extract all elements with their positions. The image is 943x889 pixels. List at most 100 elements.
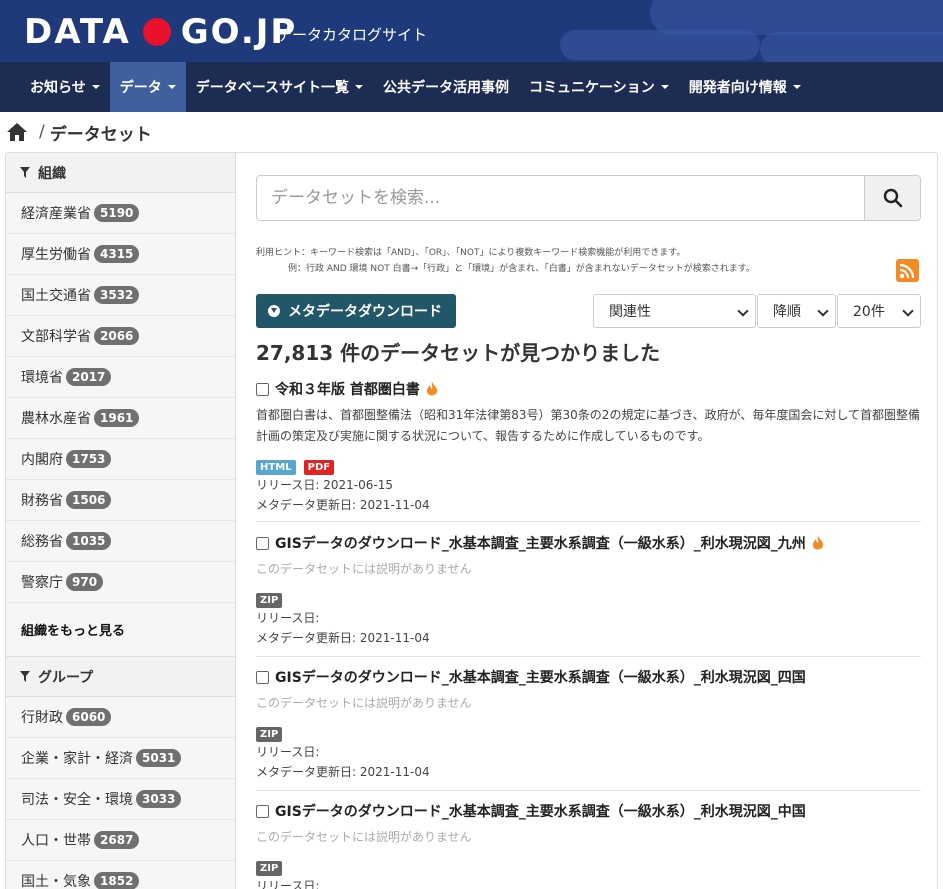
- site-subtitle: データカタログサイト: [277, 26, 428, 44]
- metadata-updated-date: メタデータ更新日: 2021-11-04: [256, 498, 430, 512]
- release-date: リリース日:: [256, 879, 320, 889]
- format-badge-zip[interactable]: ZIP: [256, 593, 283, 608]
- nav-item-use-cases[interactable]: 公共データ活用事例: [373, 62, 519, 112]
- chevron-down-icon: [817, 305, 829, 317]
- facet-item-group[interactable]: 企業・家計・経済 5031: [6, 738, 235, 779]
- dataset-title-link[interactable]: GISデータのダウンロード_水基本調査_主要水系調査（一級水系）_利水現況図_四…: [275, 667, 806, 687]
- facet-label: 国土交通省: [21, 288, 91, 304]
- caret-down-icon: [792, 85, 801, 89]
- download-icon: [268, 305, 280, 317]
- per-page-select[interactable]: 20件: [837, 294, 921, 328]
- caret-down-icon: [91, 85, 100, 89]
- main-navbar: お知らせ データ データベースサイト一覧 公共データ活用事例 コミュニケーション…: [0, 62, 943, 112]
- dataset-checkbox[interactable]: [256, 536, 269, 550]
- search-bar: [256, 175, 921, 221]
- dataset-item: 令和３年版 首都圏白書 首都圏白書は、首都圏整備法（昭和31年法律第83号）第3…: [256, 379, 921, 515]
- count-badge: 1753: [66, 450, 112, 468]
- count-badge: 1852: [94, 872, 140, 889]
- search-hint: 利用ヒント：キーワード検索は「AND」、「OR」、「NOT」により複数キーワード…: [256, 245, 755, 277]
- count-badge: 2017: [66, 368, 112, 386]
- chevron-down-icon: [737, 305, 749, 317]
- site-logo[interactable]: DATA GO.JP: [24, 12, 297, 52]
- count-badge: 6060: [66, 708, 112, 726]
- release-date: リリース日:: [256, 611, 320, 625]
- flame-icon: [812, 535, 823, 549]
- facet-label: 環境省: [21, 370, 63, 386]
- home-icon[interactable]: [6, 122, 28, 142]
- sort-select[interactable]: 関連性: [593, 294, 756, 328]
- nav-item-news[interactable]: お知らせ: [20, 62, 110, 112]
- chevron-down-icon: [902, 305, 914, 317]
- dataset-item: GISデータのダウンロード_水基本調査_主要水系調査（一級水系）_利水現況図_中…: [256, 801, 921, 889]
- facet-label: 人口・世帯: [21, 833, 91, 849]
- format-badge-zip[interactable]: ZIP: [256, 861, 283, 876]
- dataset-title-link[interactable]: GISデータのダウンロード_水基本調査_主要水系調査（一級水系）_利水現況図_中…: [275, 801, 806, 821]
- facet-item-org[interactable]: 農林水産省 1961: [6, 398, 235, 439]
- dataset-description: このデータセットには説明がありません: [256, 562, 472, 576]
- sidebar: 組織 経済産業省 5190 厚生労働省 4315 国土交通省 3532 文部科学省 20…: [6, 153, 236, 889]
- facet-item-org[interactable]: 内閣府 1753: [6, 439, 235, 480]
- facet-item-org[interactable]: 財務省 1506: [6, 480, 235, 521]
- dataset-title-link[interactable]: 令和３年版 首都圏白書: [275, 379, 420, 399]
- nav-label: データベースサイト一覧: [195, 80, 350, 96]
- facet-item-org[interactable]: 国土交通省 3532: [6, 275, 235, 316]
- divider: [256, 656, 921, 657]
- rss-feed-icon[interactable]: [896, 259, 919, 282]
- format-badge-html[interactable]: HTML: [256, 460, 296, 475]
- facet-item-org[interactable]: 環境省 2017: [6, 357, 235, 398]
- order-select[interactable]: 降順: [757, 294, 836, 328]
- facet-item-group[interactable]: 人口・世帯 2687: [6, 820, 235, 861]
- dataset-checkbox[interactable]: [256, 804, 269, 818]
- count-badge: 5031: [136, 749, 182, 767]
- facet-item-org[interactable]: 総務省 1035: [6, 521, 235, 562]
- dataset-checkbox[interactable]: [256, 382, 269, 396]
- count-badge: 2066: [94, 327, 140, 345]
- logo-text-left: DATA: [24, 12, 131, 52]
- count-badge: 3532: [94, 286, 140, 304]
- metadata-download-label: メタデータダウンロード: [288, 304, 442, 320]
- show-more-organizations-link[interactable]: 組織をもっと見る: [6, 603, 235, 657]
- dataset-checkbox[interactable]: [256, 670, 269, 684]
- metadata-download-button[interactable]: メタデータダウンロード: [256, 294, 456, 328]
- facet-item-org[interactable]: 経済産業省 5190: [6, 193, 235, 234]
- dataset-title-link[interactable]: GISデータのダウンロード_水基本調査_主要水系調査（一級水系）_利水現況図_九…: [275, 533, 806, 553]
- facet-item-group[interactable]: 国土・気象 1852: [6, 861, 235, 889]
- facet-item-org[interactable]: 厚生労働省 4315: [6, 234, 235, 275]
- facet-item-group[interactable]: 司法・安全・環境 3033: [6, 779, 235, 820]
- count-badge: 5190: [94, 204, 140, 222]
- facet-label: 文部科学省: [21, 329, 91, 345]
- facet-heading-organizations: 組織: [6, 153, 235, 193]
- breadcrumb-current[interactable]: データセット: [50, 120, 152, 145]
- format-badge-pdf[interactable]: PDF: [303, 460, 335, 475]
- caret-down-icon: [355, 85, 364, 89]
- facet-label: 厚生労働省: [21, 247, 91, 263]
- nav-label: コミュニケーション: [529, 80, 655, 96]
- dataset-item: GISデータのダウンロード_水基本調査_主要水系調査（一級水系）_利水現況図_四…: [256, 667, 921, 782]
- count-badge: 1961: [94, 409, 140, 427]
- facet-heading-label: 組織: [38, 165, 66, 182]
- nav-item-communication[interactable]: コミュニケーション: [519, 62, 679, 112]
- search-button[interactable]: [864, 176, 920, 220]
- search-input[interactable]: [257, 176, 864, 220]
- dataset-item: GISデータのダウンロード_水基本調査_主要水系調査（一級水系）_利水現況図_九…: [256, 533, 921, 648]
- per-page-select-value: 20件: [853, 304, 885, 320]
- facet-label: 司法・安全・環境: [21, 792, 133, 808]
- facet-label: 総務省: [21, 534, 63, 550]
- facet-item-org[interactable]: 文部科学省 2066: [6, 316, 235, 357]
- facet-heading-groups: グループ: [6, 657, 235, 697]
- nav-item-developers[interactable]: 開発者向け情報: [679, 62, 811, 112]
- metadata-updated-date: メタデータ更新日: 2021-11-04: [256, 765, 430, 779]
- caret-down-icon: [660, 85, 669, 89]
- result-count: 27,813 件のデータセットが見つかりました: [256, 341, 661, 365]
- count-badge: 970: [66, 573, 104, 591]
- caret-down-icon: [167, 85, 176, 89]
- facet-item-group[interactable]: 行財政 6060: [6, 697, 235, 738]
- count-badge: 2687: [94, 831, 140, 849]
- nav-item-data[interactable]: データ: [109, 62, 186, 112]
- format-badge-zip[interactable]: ZIP: [256, 727, 283, 742]
- nav-item-database-sites[interactable]: データベースサイト一覧: [186, 62, 373, 112]
- flame-icon: [426, 381, 438, 395]
- divider: [256, 521, 921, 522]
- facet-item-org[interactable]: 警察庁 970: [6, 562, 235, 603]
- nav-label: 開発者向け情報: [688, 80, 787, 96]
